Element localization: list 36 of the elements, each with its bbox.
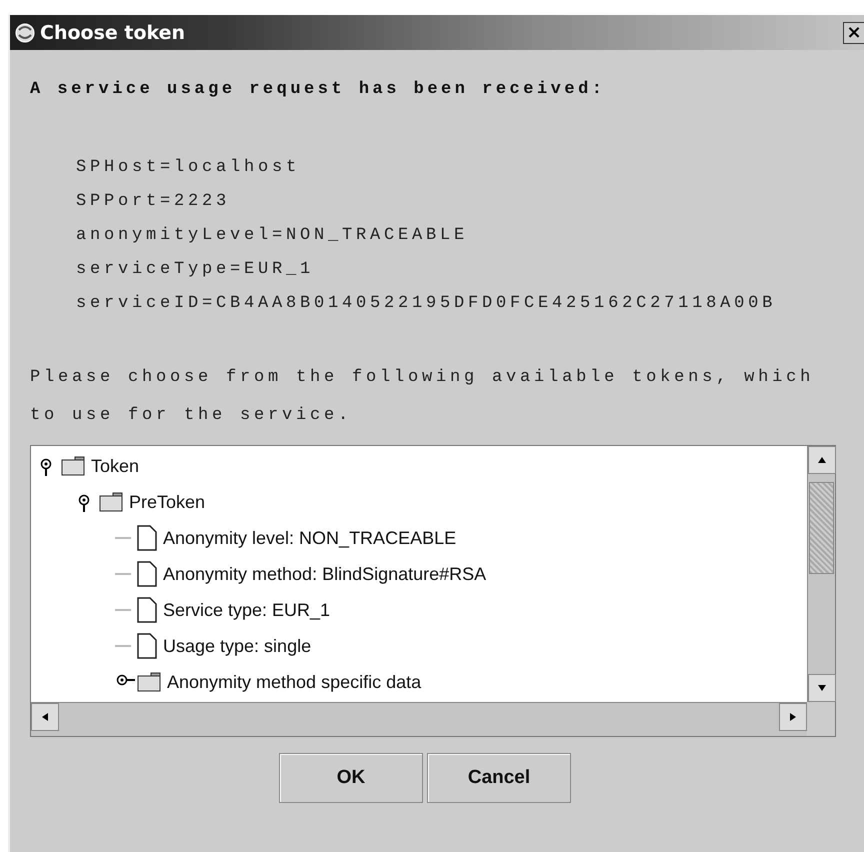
vertical-scrollbar[interactable]	[807, 446, 835, 702]
scroll-down-icon[interactable]	[817, 683, 827, 693]
tree-node-label[interactable]: PreToken	[129, 492, 206, 512]
tree-connector	[115, 645, 131, 647]
tree-connector	[115, 609, 131, 611]
request-detail: anonymityLevel=NON_TRACEABLE	[76, 225, 470, 247]
request-detail: serviceType=EUR_1	[76, 259, 316, 281]
tree-node-label[interactable]: Anonymity method: BlindSignature#RSA	[163, 564, 486, 584]
request-detail: serviceID=CB4AA8B0140522195DFD0FCE425162C27118A00B	[76, 293, 778, 315]
document-icon	[137, 633, 157, 659]
horizontal-scrollbar[interactable]	[31, 702, 807, 736]
instruction-text: Please choose from the following available tokens, which to use for the service.	[30, 367, 816, 427]
scroll-up-icon[interactable]	[817, 455, 827, 465]
tree-node-label[interactable]: Usage type: single	[163, 636, 312, 656]
close-button[interactable]: ×	[843, 22, 864, 44]
document-icon	[137, 597, 157, 623]
tree-node-label[interactable]: Token	[91, 456, 140, 476]
tree-node-label[interactable]: Anonymity method specific data	[167, 672, 422, 692]
document-icon	[137, 525, 157, 551]
tree-connector	[115, 537, 131, 539]
tree-connector	[115, 573, 131, 575]
request-heading: A service usage request has been received:	[30, 80, 606, 99]
folder-icon	[137, 672, 161, 692]
scroll-right-icon[interactable]	[788, 712, 798, 722]
folder-icon	[99, 492, 123, 512]
document-icon	[137, 561, 157, 587]
dialog-button[interactable]: Cancel	[427, 753, 571, 803]
window-title: Choose token	[40, 22, 186, 44]
tree-node-label[interactable]: Anonymity level: NON_TRACEABLE	[163, 528, 456, 548]
dialog-button[interactable]: OK	[279, 753, 423, 803]
app-logo-icon	[14, 22, 36, 44]
tree-node-label[interactable]: Service type: EUR_1	[163, 600, 330, 620]
scroll-left-icon[interactable]	[40, 712, 50, 722]
folder-icon	[61, 456, 85, 476]
request-detail: SPPort=2223	[76, 191, 232, 213]
request-detail: SPHost=localhost	[76, 157, 302, 179]
